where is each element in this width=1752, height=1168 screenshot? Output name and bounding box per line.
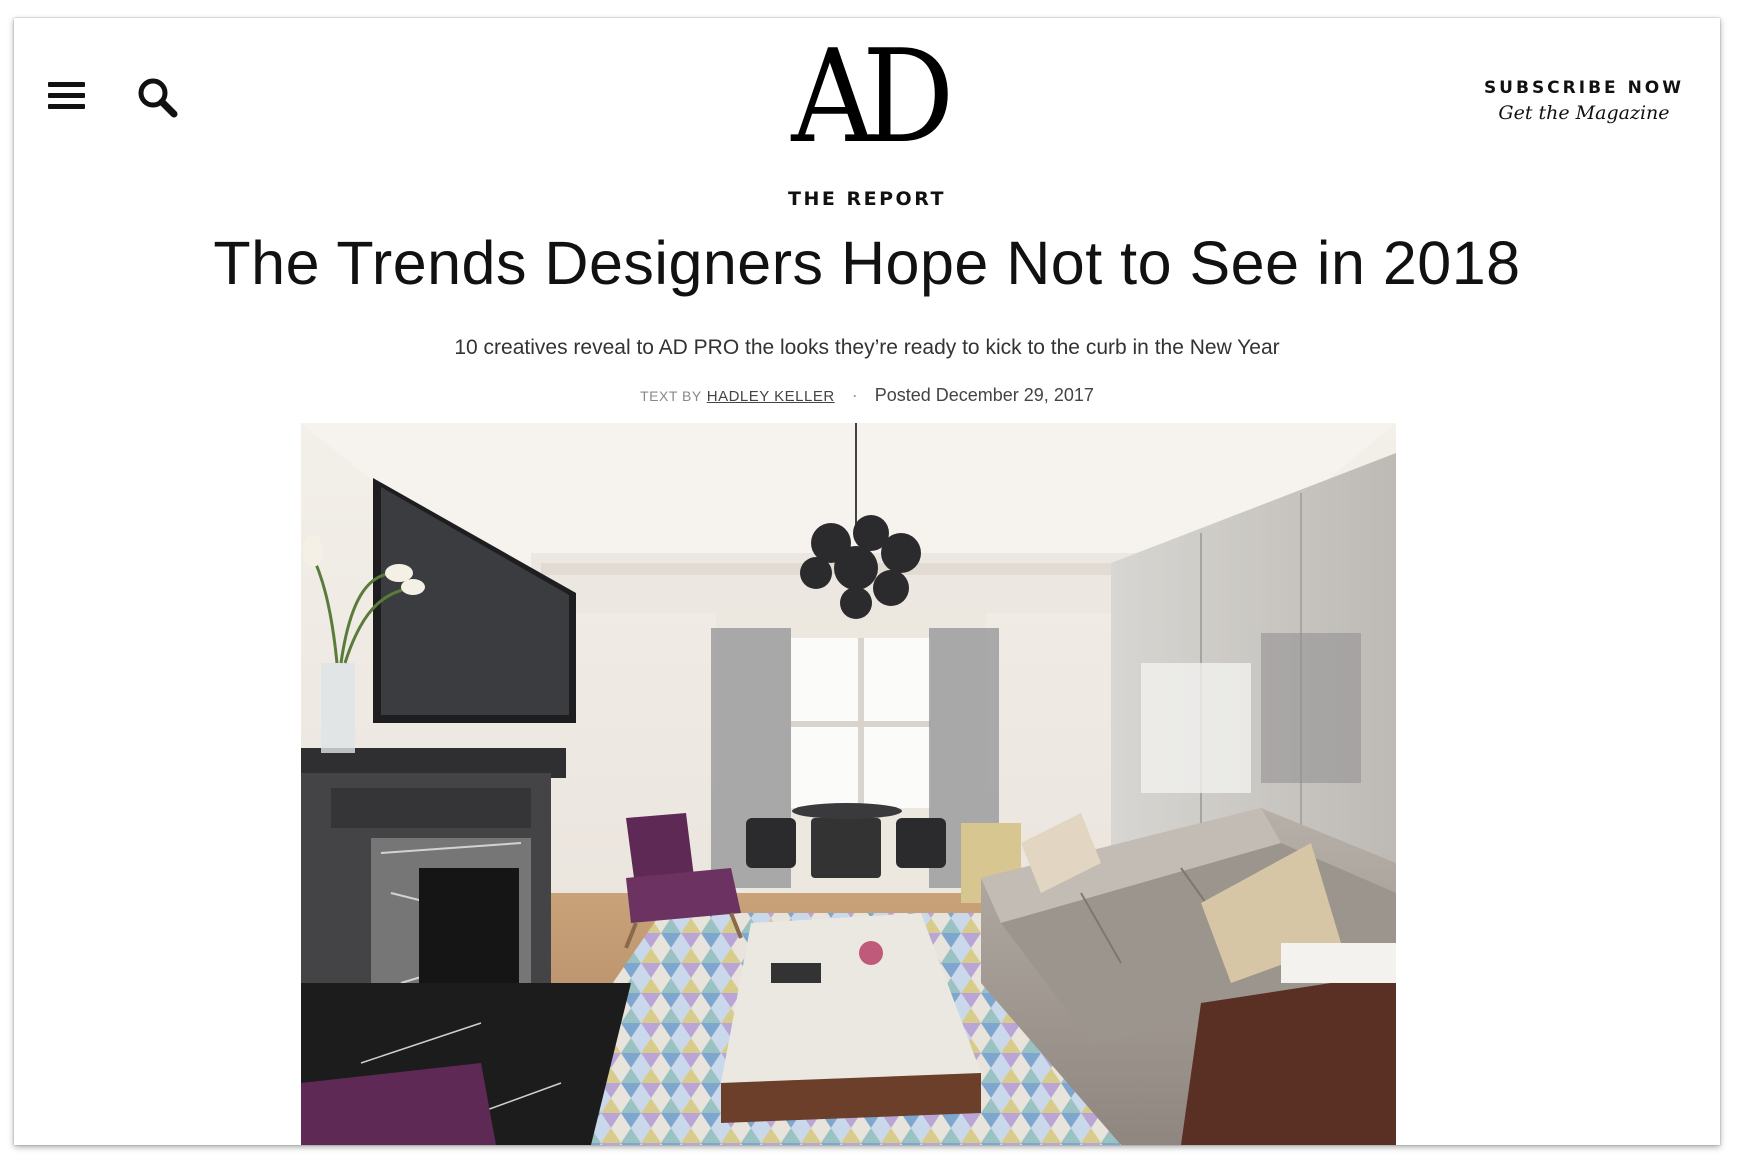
subscribe-link[interactable]: SUBSCRIBE NOW Get the Magazine: [1484, 78, 1684, 124]
article-dek: 10 creatives reveal to AD PRO the looks …: [454, 336, 1280, 359]
section-rubric[interactable]: THE REPORT: [14, 188, 1720, 210]
author-link[interactable]: HADLEY KELLER: [707, 388, 835, 405]
search-icon[interactable]: [136, 76, 180, 120]
ad-logo[interactable]: AD: [762, 34, 972, 162]
article-byline: TEXT BY HADLEY KELLER · Posted December …: [14, 385, 1720, 406]
hamburger-menu-icon[interactable]: [48, 80, 86, 112]
byline-separator: ·: [851, 385, 858, 405]
page-frame: AD SUBSCRIBE NOW Get the Magazine THE RE…: [14, 18, 1720, 1145]
posted-date: Posted December 29, 2017: [874, 385, 1094, 405]
logo-text: AD: [791, 23, 955, 172]
article-headline: The Trends Designers Hope Not to See in …: [213, 229, 1521, 297]
subscribe-title: SUBSCRIBE NOW: [1483, 78, 1684, 98]
byline-prefix: TEXT BY: [640, 388, 702, 404]
subscribe-subtitle: Get the Magazine: [1498, 102, 1670, 124]
hero-image: [301, 423, 1396, 1145]
